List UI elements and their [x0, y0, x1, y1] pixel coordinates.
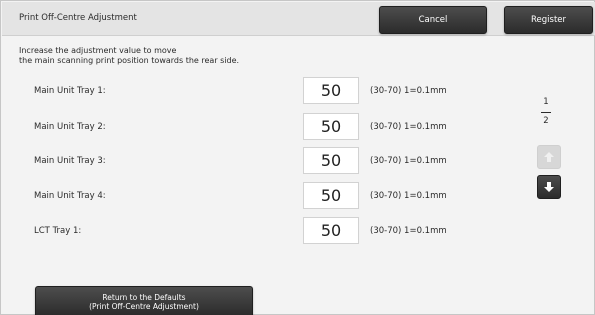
instruction-line-2: the main scanning print position towards… [19, 56, 240, 65]
arrow-up-icon [544, 152, 554, 162]
register-button[interactable]: Register [504, 6, 593, 34]
cancel-button[interactable]: Cancel [379, 6, 487, 34]
row-label-lct-tray-1: LCT Tray 1: [34, 226, 82, 236]
range-text-main-unit-tray-1: (30-70) 1=0.1mm [370, 86, 447, 96]
page-current: 1 [543, 97, 549, 107]
instruction-line-1: Increase the adjustment value to move [19, 46, 177, 55]
title-bar: Print Off-Centre Adjustment Cancel Regis… [2, 2, 595, 36]
value-input-main-unit-tray-3[interactable]: 50 [303, 147, 359, 174]
value-input-main-unit-tray-4[interactable]: 50 [303, 182, 359, 209]
settings-window: Print Off-Centre Adjustment Cancel Regis… [0, 0, 595, 315]
page-down-button[interactable] [537, 175, 561, 199]
value-input-main-unit-tray-2[interactable]: 50 [303, 113, 359, 140]
value-input-main-unit-tray-1[interactable]: 50 [303, 77, 359, 104]
defaults-label-line-1: Return to the Defaults [102, 292, 186, 302]
range-text-main-unit-tray-3: (30-70) 1=0.1mm [370, 156, 447, 166]
range-text-main-unit-tray-2: (30-70) 1=0.1mm [370, 122, 447, 132]
page-up-button[interactable] [537, 145, 561, 169]
row-label-main-unit-tray-4: Main Unit Tray 4: [34, 191, 106, 201]
return-to-defaults-button[interactable]: Return to the Defaults (Print Off-Centre… [35, 286, 253, 315]
arrow-down-icon [544, 182, 554, 192]
instruction-text: Increase the adjustment value to move th… [19, 46, 239, 66]
value-input-lct-tray-1[interactable]: 50 [303, 217, 359, 244]
range-text-main-unit-tray-4: (30-70) 1=0.1mm [370, 191, 447, 201]
range-text-lct-tray-1: (30-70) 1=0.1mm [370, 226, 447, 236]
defaults-label-line-2: (Print Off-Centre Adjustment) [89, 301, 199, 311]
page-title: Print Off-Centre Adjustment [19, 13, 137, 23]
row-label-main-unit-tray-3: Main Unit Tray 3: [34, 156, 106, 166]
row-label-main-unit-tray-2: Main Unit Tray 2: [34, 122, 106, 132]
page-divider [541, 112, 551, 113]
page-total: 2 [543, 116, 549, 126]
row-label-main-unit-tray-1: Main Unit Tray 1: [34, 86, 106, 96]
